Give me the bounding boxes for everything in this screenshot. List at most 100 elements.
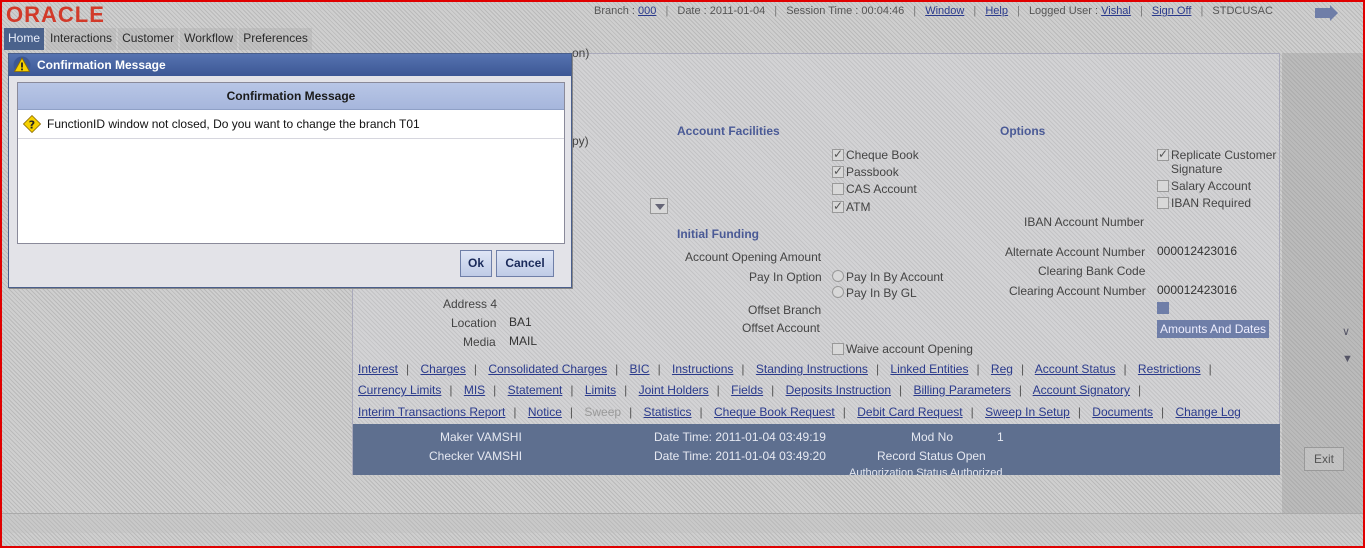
link-mis[interactable]: MIS bbox=[464, 383, 485, 397]
link-documents[interactable]: Documents bbox=[1092, 405, 1153, 419]
pay-in-by-account-radio[interactable] bbox=[832, 270, 844, 282]
menu-workflow[interactable]: Workflow bbox=[180, 28, 238, 50]
link-cheque-book-request[interactable]: Cheque Book Request bbox=[714, 405, 835, 419]
cas-account-label: CAS Account bbox=[846, 182, 917, 196]
link-reg[interactable]: Reg bbox=[991, 362, 1013, 376]
dialog-title-bar[interactable]: Confirmation Message bbox=[9, 54, 571, 76]
alternate-account-number-label: Alternate Account Number bbox=[1005, 245, 1146, 259]
sign-off-link[interactable]: Sign Off bbox=[1152, 5, 1192, 17]
iban-required-checkbox[interactable] bbox=[1157, 197, 1169, 209]
cheque-book-checkbox[interactable] bbox=[832, 147, 844, 161]
atm-checkbox[interactable] bbox=[832, 199, 844, 213]
dialog-body: Confirmation Message ? FunctionID window… bbox=[17, 82, 565, 244]
salary-account-label: Salary Account bbox=[1171, 179, 1252, 193]
logged-user-link[interactable]: Vishal bbox=[1101, 5, 1131, 17]
help-link[interactable]: Help bbox=[985, 5, 1008, 17]
salary-account-checkbox[interactable] bbox=[1157, 180, 1169, 192]
separator: | bbox=[1139, 5, 1143, 17]
address4-label: Address 4 bbox=[443, 297, 498, 311]
exit-button[interactable]: Exit bbox=[1304, 447, 1344, 471]
options-header: Options bbox=[1000, 124, 1046, 138]
main-menu: Home Interactions Customer Workflow Pref… bbox=[4, 28, 312, 50]
account-facilities-header: Account Facilities bbox=[677, 124, 780, 138]
lookup-icon[interactable] bbox=[1157, 302, 1169, 314]
link-charges[interactable]: Charges bbox=[421, 362, 466, 376]
link-linked-entities[interactable]: Linked Entities bbox=[890, 362, 968, 376]
clearing-account-number-value: 000012423016 bbox=[1157, 283, 1238, 297]
exit-arrow-icon[interactable] bbox=[1315, 5, 1338, 21]
cheque-book-label: Cheque Book bbox=[846, 148, 919, 162]
link-consolidated-charges[interactable]: Consolidated Charges bbox=[488, 362, 607, 376]
link-deposits-instruction[interactable]: Deposits Instruction bbox=[786, 383, 891, 397]
atm-label: ATM bbox=[846, 200, 871, 214]
link-billing-parameters[interactable]: Billing Parameters bbox=[913, 383, 1010, 397]
link-sweep-in-setup[interactable]: Sweep In Setup bbox=[985, 405, 1070, 419]
link-interest[interactable]: Interest bbox=[358, 362, 398, 376]
link-debit-card-request[interactable]: Debit Card Request bbox=[857, 405, 962, 419]
cas-account-checkbox[interactable] bbox=[832, 183, 844, 195]
warning-icon bbox=[13, 56, 31, 74]
link-account-signatory[interactable]: Account Signatory bbox=[1033, 383, 1130, 397]
link-limits[interactable]: Limits bbox=[585, 383, 616, 397]
pay-in-by-account-label: Pay In By Account bbox=[846, 270, 944, 284]
iban-account-number-label: IBAN Account Number bbox=[1024, 215, 1145, 229]
location-value: BA1 bbox=[509, 315, 532, 329]
link-statistics[interactable]: Statistics bbox=[644, 405, 692, 419]
pay-in-by-gl-radio[interactable] bbox=[832, 286, 844, 298]
question-icon: ? bbox=[23, 115, 41, 133]
cancel-button[interactable]: Cancel bbox=[496, 250, 554, 277]
audit-panel: Maker VAMSHI Date Time: 2011-01-04 03:49… bbox=[353, 424, 1280, 475]
dropdown-button[interactable] bbox=[650, 198, 668, 214]
link-change-log[interactable]: Change Log bbox=[1175, 405, 1240, 419]
chevron-down-icon[interactable]: ∨ bbox=[1342, 325, 1350, 338]
media-value: MAIL bbox=[509, 334, 538, 348]
separator: | bbox=[774, 5, 778, 17]
branch-link[interactable]: 000 bbox=[638, 5, 656, 17]
menu-customer[interactable]: Customer bbox=[118, 28, 179, 50]
mod-no-value: 1 bbox=[997, 430, 1004, 444]
message-row: ? FunctionID window not closed, Do you w… bbox=[18, 110, 564, 139]
link-standing-instructions[interactable]: Standing Instructions bbox=[756, 362, 868, 376]
waive-account-opening-checkbox[interactable] bbox=[832, 343, 844, 355]
separator: | bbox=[913, 5, 917, 17]
partial-text: on) bbox=[572, 46, 590, 60]
passbook-label: Passbook bbox=[846, 165, 899, 179]
menu-preferences[interactable]: Preferences bbox=[239, 28, 312, 50]
link-fields[interactable]: Fields bbox=[731, 383, 763, 397]
oracle-logo: ORACLE bbox=[6, 2, 105, 27]
waive-account-opening-label: Waive account Opening bbox=[846, 342, 973, 356]
links-row-2: Currency Limits | MIS | Statement | Limits |… bbox=[358, 383, 1142, 397]
initial-funding-header: Initial Funding bbox=[677, 227, 759, 241]
date-text: Date : 2011-01-04 bbox=[677, 5, 766, 17]
partial-text: py) bbox=[572, 134, 589, 148]
link-joint-holders[interactable]: Joint Holders bbox=[639, 383, 709, 397]
ok-button[interactable]: Ok bbox=[460, 250, 492, 277]
link-currency-limits[interactable]: Currency Limits bbox=[358, 383, 441, 397]
link-bic[interactable]: BIC bbox=[630, 362, 650, 376]
link-statement[interactable]: Statement bbox=[508, 383, 563, 397]
branch-label: Branch : bbox=[594, 5, 635, 17]
maker-datetime: Date Time: 2011-01-04 03:49:19 bbox=[654, 430, 826, 444]
maker-text: Maker VAMSHI bbox=[440, 430, 522, 444]
account-opening-amount-label: Account Opening Amount bbox=[685, 250, 822, 264]
right-scroll-region: ∨ ▼ bbox=[1282, 53, 1363, 513]
triangle-down-icon[interactable]: ▼ bbox=[1342, 353, 1353, 365]
separator: | bbox=[973, 5, 977, 17]
pay-in-by-gl-label: Pay In By GL bbox=[846, 286, 917, 300]
alternate-account-number-value: 000012423016 bbox=[1157, 244, 1238, 258]
link-instructions[interactable]: Instructions bbox=[672, 362, 733, 376]
pay-in-option-label: Pay In Option bbox=[749, 270, 822, 284]
link-interim-transactions-report[interactable]: Interim Transactions Report bbox=[358, 405, 505, 419]
top-info-bar: Branch : 000 | Date : 2011-01-04 | Sessi… bbox=[594, 5, 1273, 17]
menu-interactions[interactable]: Interactions bbox=[46, 28, 117, 50]
window-link[interactable]: Window bbox=[925, 5, 964, 17]
menu-home[interactable]: Home bbox=[4, 28, 45, 50]
separator: | bbox=[665, 5, 669, 17]
passbook-checkbox[interactable] bbox=[832, 164, 844, 178]
link-account-status[interactable]: Account Status bbox=[1035, 362, 1116, 376]
dialog-message: FunctionID window not closed, Do you wan… bbox=[47, 117, 420, 131]
link-restrictions[interactable]: Restrictions bbox=[1138, 362, 1201, 376]
clearing-bank-code-label: Clearing Bank Code bbox=[1038, 264, 1146, 278]
amounts-and-dates-button[interactable]: Amounts And Dates bbox=[1157, 320, 1270, 338]
link-notice[interactable]: Notice bbox=[528, 405, 562, 419]
